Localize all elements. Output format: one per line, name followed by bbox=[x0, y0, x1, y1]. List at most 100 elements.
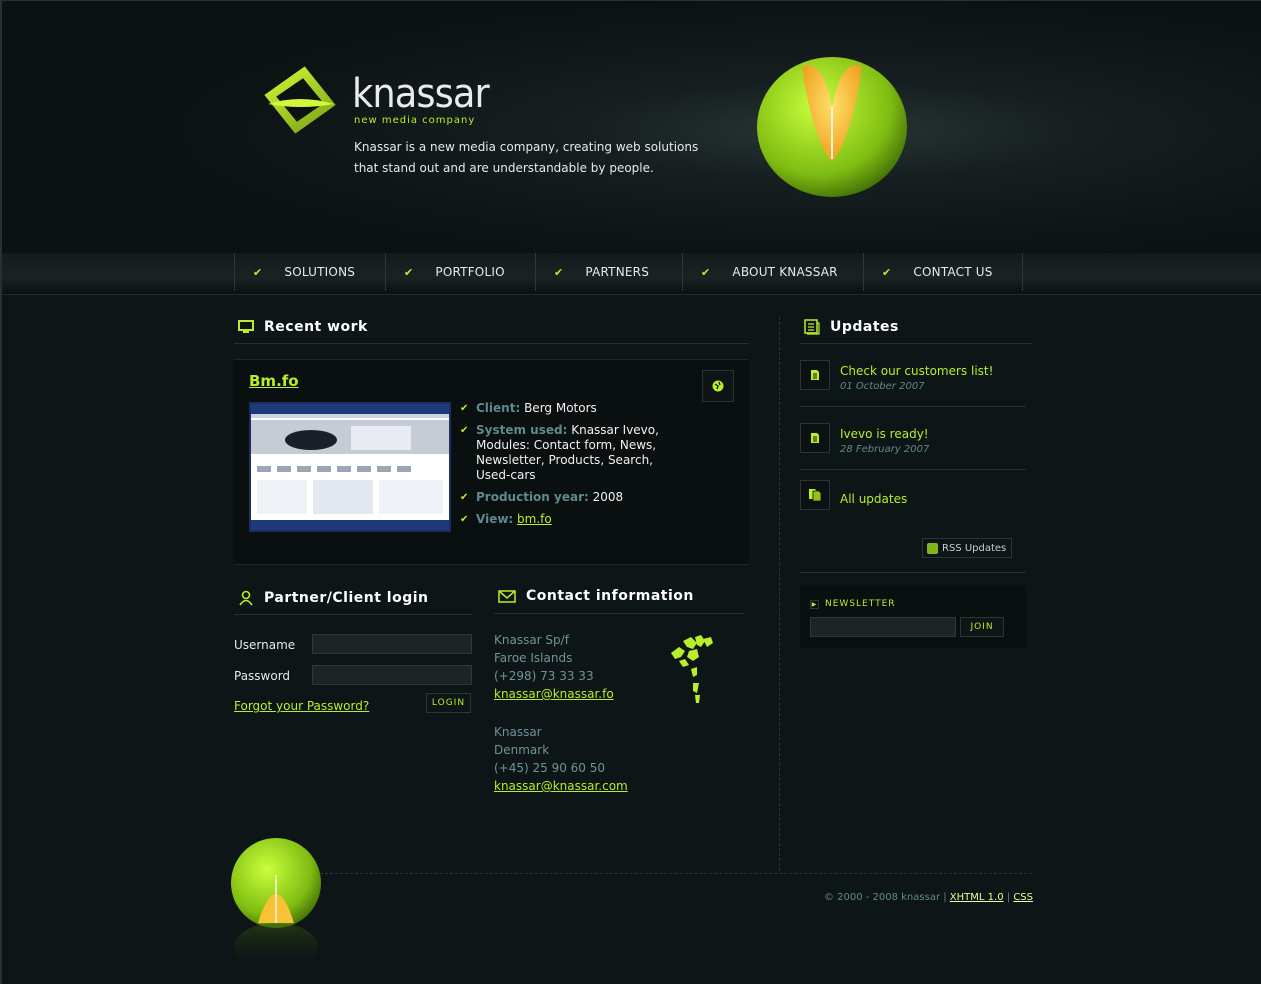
newsletter-title: NEWSLETTER bbox=[825, 599, 896, 609]
footer: © 2000 - 2008 knassar | XHTML 1.0 | CSS bbox=[824, 892, 1033, 903]
year-label: Production year: bbox=[476, 490, 589, 504]
office-email-link[interactable]: knassar@knassar.fo bbox=[494, 687, 614, 701]
contact-heading: Contact information bbox=[498, 588, 694, 604]
check-icon: ✔ bbox=[554, 265, 564, 279]
office-email-link[interactable]: knassar@knassar.com bbox=[494, 779, 628, 793]
forgot-password-link[interactable]: Forgot your Password? bbox=[234, 699, 369, 713]
view-link[interactable]: bm.fo bbox=[517, 512, 552, 526]
section-title: Contact information bbox=[526, 588, 694, 604]
main-nav: ✔ SOLUTIONS ✔ PORTFOLIO ✔ PARTNERS ✔ ABO… bbox=[234, 253, 1023, 291]
update-item[interactable]: Ivevo is ready! 28 February 2007 bbox=[800, 423, 1025, 455]
css-link[interactable]: CSS bbox=[1013, 892, 1033, 903]
password-input[interactable] bbox=[312, 665, 472, 685]
nav-item-contact[interactable]: ✔ CONTACT US bbox=[863, 253, 1023, 291]
username-input[interactable] bbox=[312, 634, 472, 654]
envelope-icon bbox=[498, 589, 516, 603]
divider bbox=[800, 343, 1032, 344]
contact-office-denmark: Knassar Denmark (+45) 25 90 60 50 knassa… bbox=[494, 723, 628, 795]
update-link[interactable]: Check our customers list! bbox=[840, 364, 993, 378]
detail-view: ✔ View: bm.fo bbox=[460, 512, 685, 527]
document-icon bbox=[800, 423, 830, 453]
password-label: Password bbox=[234, 669, 291, 683]
detail-year: ✔ Production year: 2008 bbox=[460, 490, 685, 505]
column-divider bbox=[779, 317, 780, 871]
nav-item-label: SOLUTIONS bbox=[284, 265, 356, 279]
client-value: Berg Motors bbox=[524, 401, 597, 415]
detail-client: ✔ Client: Berg Motors bbox=[460, 401, 685, 416]
project-title-link[interactable]: Bm.fo bbox=[249, 372, 299, 390]
view-label: View: bbox=[476, 512, 514, 526]
newspaper-icon bbox=[804, 319, 820, 335]
office-name: Knassar Sp/f bbox=[494, 633, 569, 647]
brand-name: knassar bbox=[352, 71, 490, 117]
project-details: ✔ Client: Berg Motors ✔ System used: Kna… bbox=[460, 401, 685, 534]
knassar-logo-icon[interactable] bbox=[260, 64, 340, 136]
nav-item-partners[interactable]: ✔ PARTNERS bbox=[535, 253, 682, 291]
section-title: Partner/Client login bbox=[264, 590, 429, 606]
office-location: Denmark bbox=[494, 743, 550, 757]
separator: | bbox=[1006, 892, 1011, 903]
nav-item-portfolio[interactable]: ✔ PORTFOLIO bbox=[385, 253, 535, 291]
nav-item-label: PORTFOLIO bbox=[435, 265, 505, 279]
document-icon bbox=[800, 360, 830, 390]
update-date: 28 February 2007 bbox=[840, 444, 930, 455]
website-thumbnail-image bbox=[251, 404, 449, 530]
check-icon: ✔ bbox=[404, 265, 414, 279]
divider bbox=[800, 469, 1026, 470]
nav-item-label: PARTNERS bbox=[585, 265, 650, 279]
intro-text: Knassar is a new media company, creating… bbox=[354, 140, 699, 175]
nav-item-about[interactable]: ✔ ABOUT KNASSAR bbox=[682, 253, 863, 291]
check-icon: ✔ bbox=[701, 265, 711, 279]
divider bbox=[234, 614, 472, 615]
arrow-icon: ▶ bbox=[810, 600, 819, 609]
check-icon: ✔ bbox=[460, 514, 469, 525]
updates-heading: Updates bbox=[804, 319, 899, 335]
client-label: Client: bbox=[476, 401, 521, 415]
documents-icon bbox=[800, 480, 830, 510]
login-heading: Partner/Client login bbox=[238, 590, 429, 606]
check-icon: ✔ bbox=[882, 265, 892, 279]
divider bbox=[800, 572, 1026, 573]
update-link[interactable]: Ivevo is ready! bbox=[840, 427, 929, 441]
newsletter-box: ▶ NEWSLETTER JOIN bbox=[800, 586, 1027, 648]
footer-divider bbox=[320, 873, 1032, 874]
detail-system: ✔ System used: Knassar Ivevo, Modules: C… bbox=[460, 423, 685, 483]
project-screenshot[interactable] bbox=[249, 402, 451, 532]
all-updates-item[interactable]: All updates bbox=[800, 480, 1025, 510]
check-icon: ✔ bbox=[460, 425, 469, 436]
check-icon: ✔ bbox=[460, 492, 469, 503]
all-updates-link[interactable]: All updates bbox=[840, 492, 907, 506]
nav-item-solutions[interactable]: ✔ SOLUTIONS bbox=[234, 253, 385, 291]
login-button[interactable]: LOGIN bbox=[426, 693, 471, 713]
join-button[interactable]: JOIN bbox=[960, 617, 1004, 637]
monitor-icon bbox=[238, 320, 254, 333]
divider bbox=[494, 613, 744, 614]
lime-hero-image bbox=[757, 57, 907, 197]
year-value: 2008 bbox=[592, 490, 624, 504]
rss-icon bbox=[927, 542, 938, 554]
newsletter-heading: ▶ NEWSLETTER bbox=[810, 599, 896, 609]
brand-tagline: new media company bbox=[354, 115, 476, 126]
user-icon bbox=[239, 590, 253, 606]
check-icon: ✔ bbox=[253, 265, 263, 279]
office-name: Knassar bbox=[494, 725, 542, 739]
username-label: Username bbox=[234, 638, 296, 652]
newsletter-email-input[interactable] bbox=[810, 617, 956, 637]
copyright-text: © 2000 - 2008 knassar | bbox=[823, 892, 947, 903]
visit-site-button[interactable] bbox=[702, 370, 734, 402]
update-date: 01 October 2007 bbox=[840, 381, 925, 392]
rss-updates-button[interactable]: RSS Updates bbox=[922, 538, 1012, 558]
office-phone: (+298) 73 33 33 bbox=[494, 669, 594, 683]
update-item[interactable]: Check our customers list! 01 October 200… bbox=[800, 360, 1025, 392]
section-title: Recent work bbox=[264, 319, 368, 335]
nav-item-label: ABOUT KNASSAR bbox=[732, 265, 838, 279]
xhtml-link[interactable]: XHTML 1.0 bbox=[950, 892, 1004, 903]
section-title: Updates bbox=[830, 319, 899, 335]
office-location: Faroe Islands bbox=[494, 651, 573, 665]
nav-item-label: CONTACT US bbox=[913, 265, 993, 279]
faroe-islands-map-icon bbox=[671, 635, 713, 703]
lime-footer-image bbox=[231, 838, 321, 971]
office-phone: (+45) 25 90 60 50 bbox=[494, 761, 606, 775]
divider bbox=[800, 406, 1026, 407]
contact-office-faroe: Knassar Sp/f Faroe Islands (+298) 73 33 … bbox=[494, 631, 614, 703]
